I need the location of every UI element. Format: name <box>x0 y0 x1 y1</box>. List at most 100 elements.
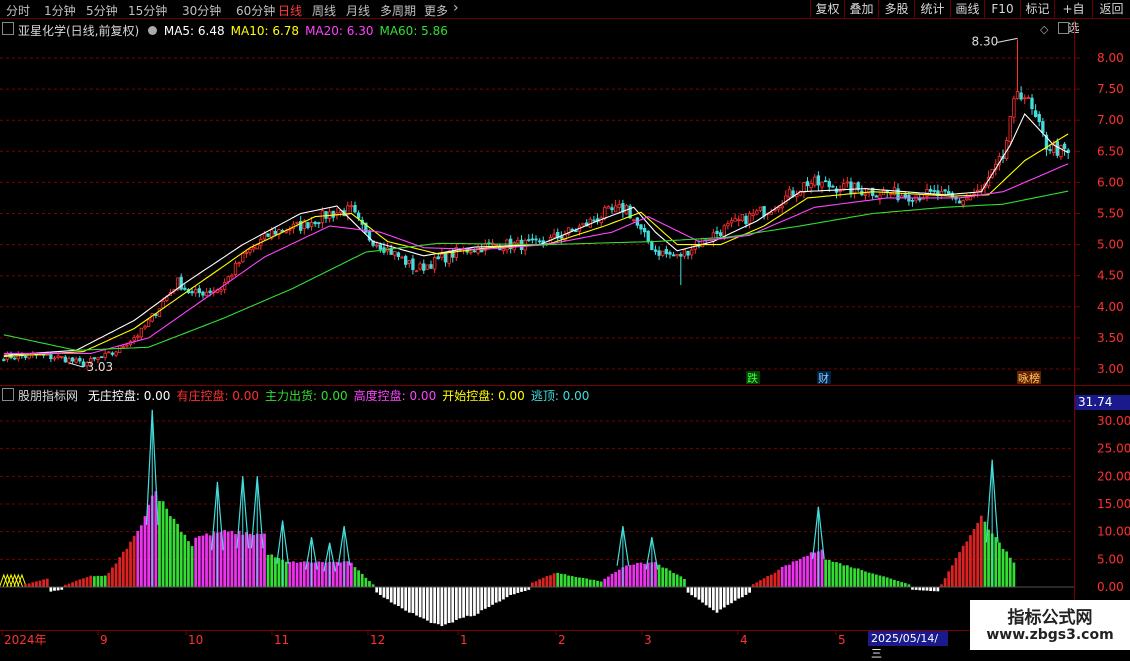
indicator-bar <box>516 587 520 593</box>
candle-body <box>1008 115 1012 142</box>
indicator-bar <box>719 587 723 610</box>
event-marker[interactable]: 财 <box>818 371 829 385</box>
indicator-bar <box>447 587 451 624</box>
indicator-bar <box>491 587 494 605</box>
indicator-bar <box>266 554 270 587</box>
candle-body <box>443 253 448 263</box>
indicator-bar <box>885 577 889 587</box>
candle-body <box>407 260 411 264</box>
timeframe-4[interactable]: 30分钟 <box>182 2 221 19</box>
indicator-bar <box>111 567 114 587</box>
candle-body <box>762 206 766 217</box>
timeframe-6[interactable]: 日线 <box>278 2 302 19</box>
tool-5[interactable]: F10 <box>984 0 1020 19</box>
indicator-bar <box>194 537 198 587</box>
price-chart[interactable]: 3.00 3.50 4.00 4.50 5.00 5.50 6.00 6.50 7.00 7.50… <box>0 20 1130 385</box>
indicator-bar <box>994 537 998 587</box>
timeframe-1[interactable]: 1分钟 <box>44 2 76 19</box>
maximize-icon[interactable] <box>1058 22 1069 34</box>
candle-body <box>194 289 198 294</box>
candle-body <box>661 250 665 256</box>
price-pane[interactable]: 3.00 3.50 4.00 4.50 5.00 5.50 6.00 6.50 7.00 7.50… <box>0 20 1130 385</box>
event-marker[interactable]: 跌 <box>747 371 758 385</box>
candle-body <box>686 250 690 256</box>
candle-body <box>1059 145 1063 158</box>
candle-body <box>49 354 53 360</box>
indicator-bar <box>321 562 324 587</box>
indicator-bar <box>353 567 357 587</box>
candle-body <box>552 233 556 238</box>
indicator-bar <box>27 583 31 587</box>
candle-body <box>878 194 882 199</box>
candle-body <box>751 213 755 216</box>
tool-8[interactable]: 返回 <box>1092 0 1130 19</box>
indicator-bar <box>360 573 364 587</box>
indicator-bar <box>393 587 397 605</box>
high-label: 8.30 <box>972 34 999 48</box>
indicator-bar <box>1008 557 1012 587</box>
more-chevron-icon[interactable]: › <box>453 0 459 16</box>
indicator-bar <box>643 563 646 587</box>
candle-body <box>262 233 267 240</box>
indicator-bar <box>42 579 46 587</box>
tool-6[interactable]: 标记 <box>1020 0 1054 19</box>
candle-body <box>472 250 477 253</box>
indicator-bar <box>882 576 885 587</box>
indicator-pane[interactable]: 0.00 5.00 10.00 15.00 20.00 25.00 30.00 股朋指标网 … <box>0 386 1130 630</box>
candle-body <box>136 335 140 338</box>
candle-body <box>132 337 136 341</box>
timeframe-0[interactable]: 分时 <box>6 2 30 19</box>
indicator-bar <box>462 587 465 618</box>
tool-7[interactable]: +自选 <box>1054 0 1092 35</box>
candle-body <box>1030 97 1034 110</box>
tool-2[interactable]: 多股 <box>878 0 914 19</box>
diamond-icon[interactable]: ◇ <box>1040 23 1048 36</box>
candle-body <box>197 288 201 294</box>
candle-body <box>780 205 784 209</box>
indicator-bar <box>129 541 132 587</box>
candle-body <box>183 287 187 290</box>
timeframe-2[interactable]: 5分钟 <box>86 2 118 19</box>
candle-body <box>957 200 962 204</box>
indicator-bar <box>132 535 136 587</box>
indicator-bar <box>737 587 741 599</box>
indicator-bar <box>585 578 589 587</box>
candle-body <box>1037 114 1041 123</box>
event-marker[interactable]: 咏榜 <box>1018 371 1040 385</box>
indicator-bar <box>407 587 411 613</box>
timeframe-5[interactable]: 60分钟 <box>236 2 275 19</box>
candle-body <box>603 207 607 220</box>
indicator-bar <box>578 577 581 587</box>
timeframe-8[interactable]: 月线 <box>346 2 370 19</box>
timeframe-3[interactable]: 15分钟 <box>128 2 167 19</box>
candle-body <box>639 224 643 230</box>
candle-body <box>375 244 379 247</box>
indicator-bar <box>469 587 473 617</box>
tool-0[interactable]: 复权 <box>810 0 844 19</box>
tool-1[interactable]: 叠加 <box>844 0 878 19</box>
candle-body <box>1012 98 1016 118</box>
candle-body <box>107 351 111 354</box>
date-tick-label: 2024年 <box>4 633 47 647</box>
timeframe-10[interactable]: 更多 <box>424 2 448 19</box>
indicator-bar <box>987 529 990 587</box>
candle-body <box>393 250 397 256</box>
tool-4[interactable]: 画线 <box>950 0 984 19</box>
indicator-bar <box>603 578 607 587</box>
indicator-label: 开始控盘: <box>442 389 495 403</box>
indicator-bar <box>954 558 958 587</box>
indicator-bar <box>444 587 447 625</box>
dropdown-icon[interactable] <box>148 26 158 35</box>
tool-3[interactable]: 统计 <box>914 0 950 19</box>
indicator-bar <box>378 587 382 596</box>
indicator-chart[interactable]: 0.00 5.00 10.00 15.00 20.00 25.00 30.00 <box>0 386 1130 630</box>
indicator-bar <box>874 574 878 587</box>
indicator-bar <box>100 576 103 587</box>
timeframe-7[interactable]: 周线 <box>312 2 336 19</box>
indicator-bar <box>664 568 668 587</box>
indicator-bar <box>704 587 708 606</box>
candle-body <box>874 195 878 198</box>
timeframe-9[interactable]: 多周期 <box>380 2 416 19</box>
candle-body <box>889 193 893 196</box>
ma-legend-2: MA20: 6.30 <box>305 24 373 38</box>
